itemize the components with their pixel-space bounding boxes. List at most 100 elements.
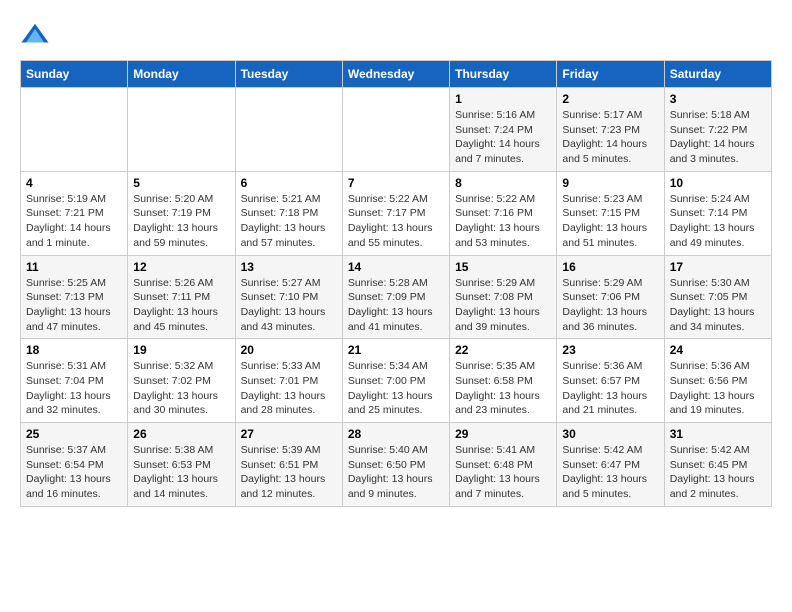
calendar-cell: 21 Sunrise: 5:34 AM Sunset: 7:00 PM Dayli… — [342, 339, 449, 423]
day-info: Sunrise: 5:28 AM Sunset: 7:09 PM Dayligh… — [348, 276, 444, 335]
day-info: Sunrise: 5:29 AM Sunset: 7:06 PM Dayligh… — [562, 276, 658, 335]
calendar-cell — [342, 88, 449, 172]
calendar-cell: 30 Sunrise: 5:42 AM Sunset: 6:47 PM Dayli… — [557, 423, 664, 507]
calendar-cell: 8 Sunrise: 5:22 AM Sunset: 7:16 PM Daylig… — [450, 171, 557, 255]
day-info: Sunrise: 5:41 AM Sunset: 6:48 PM Dayligh… — [455, 443, 551, 502]
calendar-cell: 5 Sunrise: 5:20 AM Sunset: 7:19 PM Daylig… — [128, 171, 235, 255]
day-number: 5 — [133, 176, 229, 190]
day-number: 11 — [26, 260, 122, 274]
calendar-cell: 25 Sunrise: 5:37 AM Sunset: 6:54 PM Dayli… — [21, 423, 128, 507]
day-number: 9 — [562, 176, 658, 190]
calendar-cell: 20 Sunrise: 5:33 AM Sunset: 7:01 PM Dayli… — [235, 339, 342, 423]
day-number: 26 — [133, 427, 229, 441]
day-info: Sunrise: 5:20 AM Sunset: 7:19 PM Dayligh… — [133, 192, 229, 251]
day-number: 4 — [26, 176, 122, 190]
weekday-header-monday: Monday — [128, 61, 235, 88]
day-number: 2 — [562, 92, 658, 106]
calendar-cell: 28 Sunrise: 5:40 AM Sunset: 6:50 PM Dayli… — [342, 423, 449, 507]
day-info: Sunrise: 5:30 AM Sunset: 7:05 PM Dayligh… — [670, 276, 766, 335]
day-info: Sunrise: 5:24 AM Sunset: 7:14 PM Dayligh… — [670, 192, 766, 251]
day-info: Sunrise: 5:26 AM Sunset: 7:11 PM Dayligh… — [133, 276, 229, 335]
calendar-cell: 6Sunrise: 5:21 AM Sunset: 7:18 PM Daylig… — [235, 171, 342, 255]
calendar-cell: 9 Sunrise: 5:23 AM Sunset: 7:15 PM Daylig… — [557, 171, 664, 255]
day-info: Sunrise: 5:18 AM Sunset: 7:22 PM Dayligh… — [670, 108, 766, 167]
day-info: Sunrise: 5:40 AM Sunset: 6:50 PM Dayligh… — [348, 443, 444, 502]
calendar-cell: 15Sunrise: 5:29 AM Sunset: 7:08 PM Dayli… — [450, 255, 557, 339]
day-info: Sunrise: 5:31 AM Sunset: 7:04 PM Dayligh… — [26, 359, 122, 418]
day-number: 30 — [562, 427, 658, 441]
calendar-cell: 2 Sunrise: 5:17 AM Sunset: 7:23 PM Daylig… — [557, 88, 664, 172]
day-info: Sunrise: 5:37 AM Sunset: 6:54 PM Dayligh… — [26, 443, 122, 502]
day-number: 8 — [455, 176, 551, 190]
calendar-cell: 16 Sunrise: 5:29 AM Sunset: 7:06 PM Dayli… — [557, 255, 664, 339]
week-row-3: 11 Sunrise: 5:25 AM Sunset: 7:13 PM Dayli… — [21, 255, 772, 339]
logo-icon — [20, 20, 50, 50]
calendar-cell: 1Sunrise: 5:16 AM Sunset: 7:24 PM Daylig… — [450, 88, 557, 172]
day-number: 23 — [562, 343, 658, 357]
day-number: 27 — [241, 427, 337, 441]
day-number: 25 — [26, 427, 122, 441]
day-info: Sunrise: 5:27 AM Sunset: 7:10 PM Dayligh… — [241, 276, 337, 335]
weekday-header-wednesday: Wednesday — [342, 61, 449, 88]
week-row-2: 4 Sunrise: 5:19 AM Sunset: 7:21 PM Daylig… — [21, 171, 772, 255]
calendar-cell — [21, 88, 128, 172]
day-info: Sunrise: 5:23 AM Sunset: 7:15 PM Dayligh… — [562, 192, 658, 251]
week-row-4: 18Sunrise: 5:31 AM Sunset: 7:04 PM Dayli… — [21, 339, 772, 423]
day-number: 7 — [348, 176, 444, 190]
weekday-header-tuesday: Tuesday — [235, 61, 342, 88]
day-number: 19 — [133, 343, 229, 357]
day-info: Sunrise: 5:25 AM Sunset: 7:13 PM Dayligh… — [26, 276, 122, 335]
calendar-cell: 4 Sunrise: 5:19 AM Sunset: 7:21 PM Daylig… — [21, 171, 128, 255]
day-number: 14 — [348, 260, 444, 274]
day-number: 21 — [348, 343, 444, 357]
day-number: 3 — [670, 92, 766, 106]
calendar-table: SundayMondayTuesdayWednesdayThursdayFrid… — [20, 60, 772, 507]
day-info: Sunrise: 5:39 AM Sunset: 6:51 PM Dayligh… — [241, 443, 337, 502]
week-row-5: 25 Sunrise: 5:37 AM Sunset: 6:54 PM Dayli… — [21, 423, 772, 507]
day-info: Sunrise: 5:34 AM Sunset: 7:00 PM Dayligh… — [348, 359, 444, 418]
day-number: 13 — [241, 260, 337, 274]
calendar-cell: 22 Sunrise: 5:35 AM Sunset: 6:58 PM Dayli… — [450, 339, 557, 423]
day-number: 29 — [455, 427, 551, 441]
day-info: Sunrise: 5:38 AM Sunset: 6:53 PM Dayligh… — [133, 443, 229, 502]
calendar-cell: 24 Sunrise: 5:36 AM Sunset: 6:56 PM Dayli… — [664, 339, 771, 423]
calendar-cell: 27 Sunrise: 5:39 AM Sunset: 6:51 PM Dayli… — [235, 423, 342, 507]
day-info: Sunrise: 5:42 AM Sunset: 6:47 PM Dayligh… — [562, 443, 658, 502]
calendar-cell: 7Sunrise: 5:22 AM Sunset: 7:17 PM Daylig… — [342, 171, 449, 255]
day-info: Sunrise: 5:42 AM Sunset: 6:45 PM Dayligh… — [670, 443, 766, 502]
day-number: 22 — [455, 343, 551, 357]
logo — [20, 20, 54, 50]
weekday-header-saturday: Saturday — [664, 61, 771, 88]
calendar-cell: 10 Sunrise: 5:24 AM Sunset: 7:14 PM Dayli… — [664, 171, 771, 255]
calendar-cell: 19 Sunrise: 5:32 AM Sunset: 7:02 PM Dayli… — [128, 339, 235, 423]
calendar-cell — [128, 88, 235, 172]
day-number: 16 — [562, 260, 658, 274]
calendar-cell: 18Sunrise: 5:31 AM Sunset: 7:04 PM Dayli… — [21, 339, 128, 423]
day-number: 20 — [241, 343, 337, 357]
day-info: Sunrise: 5:19 AM Sunset: 7:21 PM Dayligh… — [26, 192, 122, 251]
calendar-cell: 31Sunrise: 5:42 AM Sunset: 6:45 PM Dayli… — [664, 423, 771, 507]
weekday-header-sunday: Sunday — [21, 61, 128, 88]
day-info: Sunrise: 5:36 AM Sunset: 6:57 PM Dayligh… — [562, 359, 658, 418]
day-info: Sunrise: 5:35 AM Sunset: 6:58 PM Dayligh… — [455, 359, 551, 418]
day-info: Sunrise: 5:17 AM Sunset: 7:23 PM Dayligh… — [562, 108, 658, 167]
day-number: 6 — [241, 176, 337, 190]
page-header — [20, 20, 772, 50]
weekday-header-friday: Friday — [557, 61, 664, 88]
week-row-1: 1Sunrise: 5:16 AM Sunset: 7:24 PM Daylig… — [21, 88, 772, 172]
day-info: Sunrise: 5:32 AM Sunset: 7:02 PM Dayligh… — [133, 359, 229, 418]
day-info: Sunrise: 5:36 AM Sunset: 6:56 PM Dayligh… — [670, 359, 766, 418]
calendar-cell: 14 Sunrise: 5:28 AM Sunset: 7:09 PM Dayli… — [342, 255, 449, 339]
calendar-cell: 11 Sunrise: 5:25 AM Sunset: 7:13 PM Dayli… — [21, 255, 128, 339]
day-info: Sunrise: 5:33 AM Sunset: 7:01 PM Dayligh… — [241, 359, 337, 418]
day-number: 24 — [670, 343, 766, 357]
calendar-cell: 13 Sunrise: 5:27 AM Sunset: 7:10 PM Dayli… — [235, 255, 342, 339]
calendar-cell: 29 Sunrise: 5:41 AM Sunset: 6:48 PM Dayli… — [450, 423, 557, 507]
calendar-cell: 26 Sunrise: 5:38 AM Sunset: 6:53 PM Dayli… — [128, 423, 235, 507]
day-number: 15 — [455, 260, 551, 274]
day-number: 17 — [670, 260, 766, 274]
day-info: Sunrise: 5:22 AM Sunset: 7:16 PM Dayligh… — [455, 192, 551, 251]
calendar-cell: 3 Sunrise: 5:18 AM Sunset: 7:22 PM Daylig… — [664, 88, 771, 172]
day-number: 28 — [348, 427, 444, 441]
day-number: 10 — [670, 176, 766, 190]
